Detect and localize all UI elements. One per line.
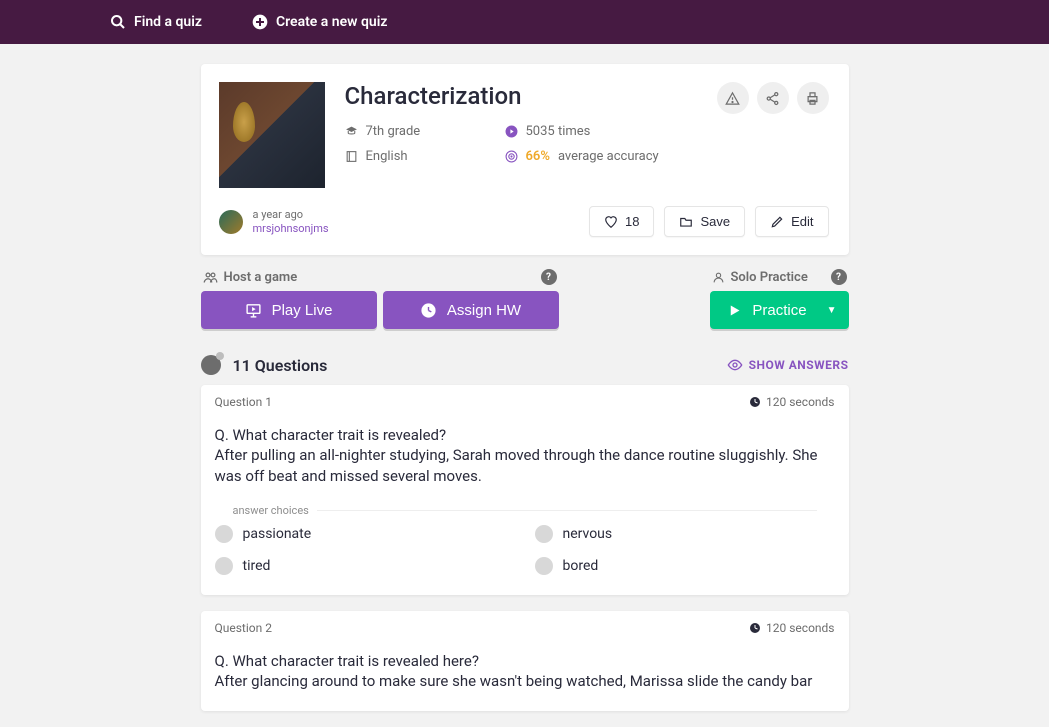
question-text: Q. What character trait is revealed? Aft… bbox=[215, 425, 835, 486]
questions-badge-icon bbox=[201, 355, 221, 375]
pencil-icon bbox=[770, 215, 784, 229]
print-button[interactable] bbox=[797, 82, 829, 114]
assign-hw-button[interactable]: Assign HW bbox=[383, 291, 559, 329]
chevron-down-icon: ▼ bbox=[827, 305, 837, 316]
answer-choice: nervous bbox=[535, 525, 835, 543]
topbar: Find a quiz Create a new quiz bbox=[0, 0, 1049, 44]
show-answers-button[interactable]: SHOW ANSWERS bbox=[727, 357, 849, 373]
subject-meta: English bbox=[345, 149, 505, 164]
edit-label: Edit bbox=[791, 214, 813, 229]
play-live-button[interactable]: Play Live bbox=[201, 291, 377, 329]
search-icon bbox=[110, 14, 126, 30]
save-label: Save bbox=[700, 214, 730, 229]
clock-icon bbox=[420, 302, 437, 319]
find-quiz-link[interactable]: Find a quiz bbox=[110, 14, 202, 30]
save-button[interactable]: Save bbox=[664, 206, 745, 237]
play-circle-icon bbox=[505, 125, 518, 138]
question-time: 120 seconds bbox=[766, 395, 834, 409]
host-help-icon[interactable]: ? bbox=[541, 269, 557, 285]
share-button[interactable] bbox=[757, 82, 789, 114]
practice-button[interactable]: Practice ▼ bbox=[710, 291, 849, 329]
create-quiz-label: Create a new quiz bbox=[276, 14, 387, 30]
question-card: Question 1 120 seconds Q. What character… bbox=[201, 385, 849, 595]
accuracy-meta: 66% average accuracy bbox=[505, 149, 829, 164]
question-card: Question 2 120 seconds Q. What character… bbox=[201, 611, 849, 712]
plays-meta: 5035 times bbox=[505, 124, 829, 139]
folder-icon bbox=[679, 215, 693, 229]
avatar bbox=[219, 210, 243, 234]
accuracy-label: average accuracy bbox=[558, 149, 659, 164]
user-icon bbox=[712, 271, 725, 284]
like-count: 18 bbox=[625, 214, 639, 229]
report-button[interactable] bbox=[717, 82, 749, 114]
like-button[interactable]: 18 bbox=[589, 206, 654, 237]
subject-label: English bbox=[366, 149, 408, 164]
accuracy-pct: 66% bbox=[526, 149, 550, 164]
share-icon bbox=[765, 91, 780, 106]
create-quiz-link[interactable]: Create a new quiz bbox=[252, 14, 387, 30]
question-text: Q. What character trait is revealed here… bbox=[215, 651, 835, 692]
author-link[interactable]: mrsjohnsonjms bbox=[253, 222, 329, 235]
presentation-icon bbox=[245, 302, 262, 319]
quiz-thumbnail bbox=[219, 82, 325, 188]
answer-choice: bored bbox=[535, 557, 835, 575]
practice-label: Practice bbox=[752, 302, 806, 319]
play-live-label: Play Live bbox=[272, 302, 333, 319]
solo-section: Solo Practice ? Practice ▼ bbox=[710, 269, 849, 329]
graduation-icon bbox=[345, 125, 358, 138]
quiz-card: Characterization bbox=[201, 64, 849, 255]
answer-choice: passionate bbox=[215, 525, 515, 543]
host-label: Host a game bbox=[224, 270, 298, 285]
grade-meta: 7th grade bbox=[345, 124, 505, 139]
answers-label: answer choices bbox=[215, 504, 835, 517]
edit-button[interactable]: Edit bbox=[755, 206, 828, 237]
heart-icon bbox=[604, 215, 618, 229]
assign-hw-label: Assign HW bbox=[447, 302, 521, 319]
target-icon bbox=[505, 150, 518, 163]
clock-icon bbox=[749, 396, 761, 408]
plays-label: 5035 times bbox=[526, 124, 591, 139]
host-section: Host a game ? Play Live Assign HW bbox=[201, 269, 559, 329]
question-time: 120 seconds bbox=[766, 621, 834, 635]
clock-icon bbox=[749, 622, 761, 634]
solo-label: Solo Practice bbox=[731, 270, 808, 285]
question-number: Question 2 bbox=[215, 621, 272, 635]
question-count-label: 11 Questions bbox=[233, 356, 328, 375]
play-icon bbox=[727, 303, 742, 318]
author-block: a year ago mrsjohnsonjms bbox=[219, 208, 329, 234]
book-icon bbox=[345, 150, 358, 163]
question-count: 11 Questions bbox=[201, 355, 328, 375]
print-icon bbox=[805, 91, 820, 106]
plus-circle-icon bbox=[252, 14, 268, 30]
answer-choice: tired bbox=[215, 557, 515, 575]
solo-help-icon[interactable]: ? bbox=[831, 269, 847, 285]
grade-label: 7th grade bbox=[366, 124, 421, 139]
warning-icon bbox=[725, 91, 740, 106]
created-ago: a year ago bbox=[253, 208, 329, 221]
show-answers-label: SHOW ANSWERS bbox=[749, 358, 849, 372]
eye-icon bbox=[727, 357, 743, 373]
users-icon bbox=[203, 270, 218, 285]
find-quiz-label: Find a quiz bbox=[134, 14, 202, 30]
question-number: Question 1 bbox=[215, 395, 272, 409]
quiz-title: Characterization bbox=[345, 82, 522, 110]
